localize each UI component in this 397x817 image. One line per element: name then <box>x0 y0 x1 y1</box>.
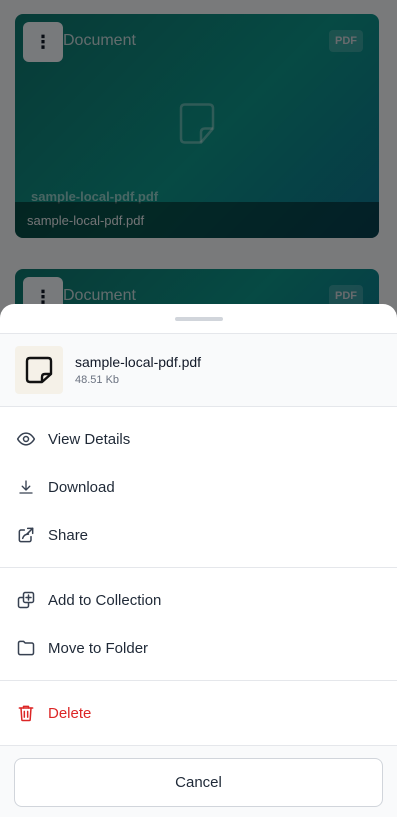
cancel-area: Cancel <box>0 746 397 817</box>
trash-icon <box>16 703 36 723</box>
file-thumbnail <box>15 346 63 394</box>
danger-actions: Delete <box>0 681 397 745</box>
download-button[interactable]: Download <box>0 463 397 511</box>
share-button[interactable]: Share <box>0 511 397 559</box>
file-summary: sample-local-pdf.pdf 48.51 Kb <box>0 334 397 406</box>
eye-icon <box>16 429 36 449</box>
collection-icon <box>16 590 36 610</box>
file-name: sample-local-pdf.pdf <box>75 354 202 370</box>
share-label: Share <box>48 526 89 544</box>
move-to-folder-button[interactable]: Move to Folder <box>0 624 397 672</box>
document-icon <box>25 356 53 384</box>
view-details-button[interactable]: View Details <box>0 415 397 463</box>
primary-actions: View Details Download Share <box>0 407 397 567</box>
share-icon <box>16 525 36 545</box>
file-size: 48.51 Kb <box>75 374 120 386</box>
delete-button[interactable]: Delete <box>0 689 397 737</box>
delete-label: Delete <box>48 704 92 722</box>
add-to-collection-button[interactable]: Add to Collection <box>0 576 397 624</box>
view-details-label: View Details <box>48 430 131 448</box>
folder-icon <box>16 638 36 658</box>
secondary-actions: Add to Collection Move to Folder <box>0 568 397 680</box>
cancel-button[interactable]: Cancel <box>14 758 383 807</box>
add-to-collection-label: Add to Collection <box>48 591 162 609</box>
download-icon <box>16 477 36 497</box>
sheet-drag-handle-area[interactable] <box>0 304 397 333</box>
move-to-folder-label: Move to Folder <box>48 639 149 657</box>
drag-handle[interactable] <box>174 316 223 321</box>
file-actions-sheet: sample-local-pdf.pdf 48.51 Kb View Detai… <box>0 304 397 817</box>
download-label: Download <box>48 478 115 496</box>
